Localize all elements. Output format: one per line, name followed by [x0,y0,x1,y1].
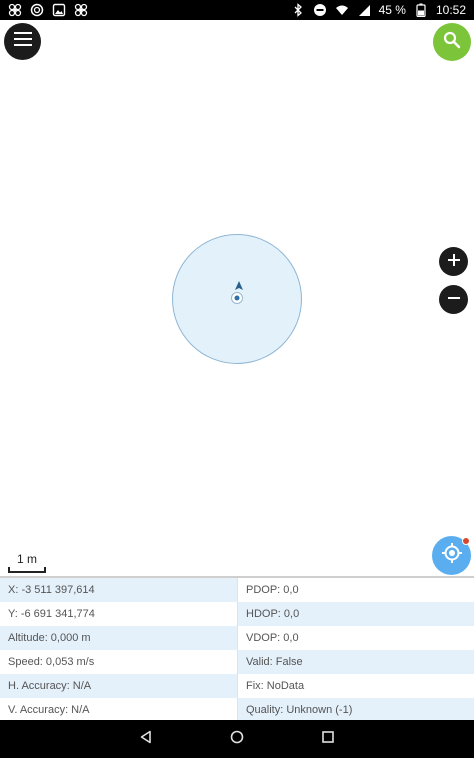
location-dot-icon [234,295,240,301]
gps-info-table: X: -3 511 397,614 PDOP: 0,0 Y: -6 691 34… [0,576,474,722]
dnd-icon [313,3,327,17]
crosshair-icon [441,542,463,569]
zoom-out-button[interactable] [439,285,468,314]
navigation-bar [0,720,474,758]
search-icon [443,31,461,54]
status-bar: 45 % 10:52 [0,0,474,20]
signal-icon [357,3,371,17]
minus-icon [447,291,460,309]
quality-value: Quality: Unknown (-1) [237,698,474,722]
speed-value: Speed: 0,053 m/s [8,656,95,668]
battery-percent: 45 % [378,3,406,17]
h-accuracy-value: H. Accuracy: N/A [0,674,237,698]
plus-icon [447,253,460,271]
sync-icon [30,3,44,17]
scale-line [8,567,46,573]
vdop-value: VDOP: 0,0 [237,626,474,650]
bluetooth-icon [291,3,305,17]
home-circle-icon [230,730,244,749]
recents-square-icon [321,730,335,749]
heading-arrow-icon [235,281,243,290]
fix-value: Fix: NoData [237,674,474,698]
image-icon [52,3,66,17]
map-view[interactable]: 1 m [0,20,474,576]
status-bar-left [8,3,88,17]
recents-button[interactable] [316,727,340,751]
position-marker [229,278,249,308]
my-location-button[interactable] [432,536,471,575]
status-dot-icon [462,537,470,545]
back-button[interactable] [134,727,158,751]
scale-label: 1 m [16,552,37,566]
wifi-icon [335,3,349,17]
status-bar-right: 45 % 10:52 [291,3,466,17]
x-coordinate: X: -3 511 397,614 [0,578,237,602]
search-button[interactable] [433,23,471,61]
home-button[interactable] [225,727,249,751]
clock: 10:52 [435,3,466,17]
hamburger-icon [13,32,32,51]
fan-icon [8,3,22,17]
zoom-in-button[interactable] [439,247,468,276]
altitude-value: Altitude: 0,000 m [0,626,237,650]
back-triangle-icon [139,730,153,749]
menu-button[interactable] [4,23,41,60]
battery-icon [414,3,428,17]
valid-value: Valid: False [237,650,474,674]
pdop-value: PDOP: 0,0 [237,578,474,602]
fan-icon [74,3,88,17]
hdop-value: HDOP: 0,0 [237,602,474,626]
scale-bar: 1 m [8,552,46,573]
y-coordinate: Y: -6 691 341,774 [8,608,95,620]
v-accuracy-value: V. Accuracy: N/A [8,704,90,716]
